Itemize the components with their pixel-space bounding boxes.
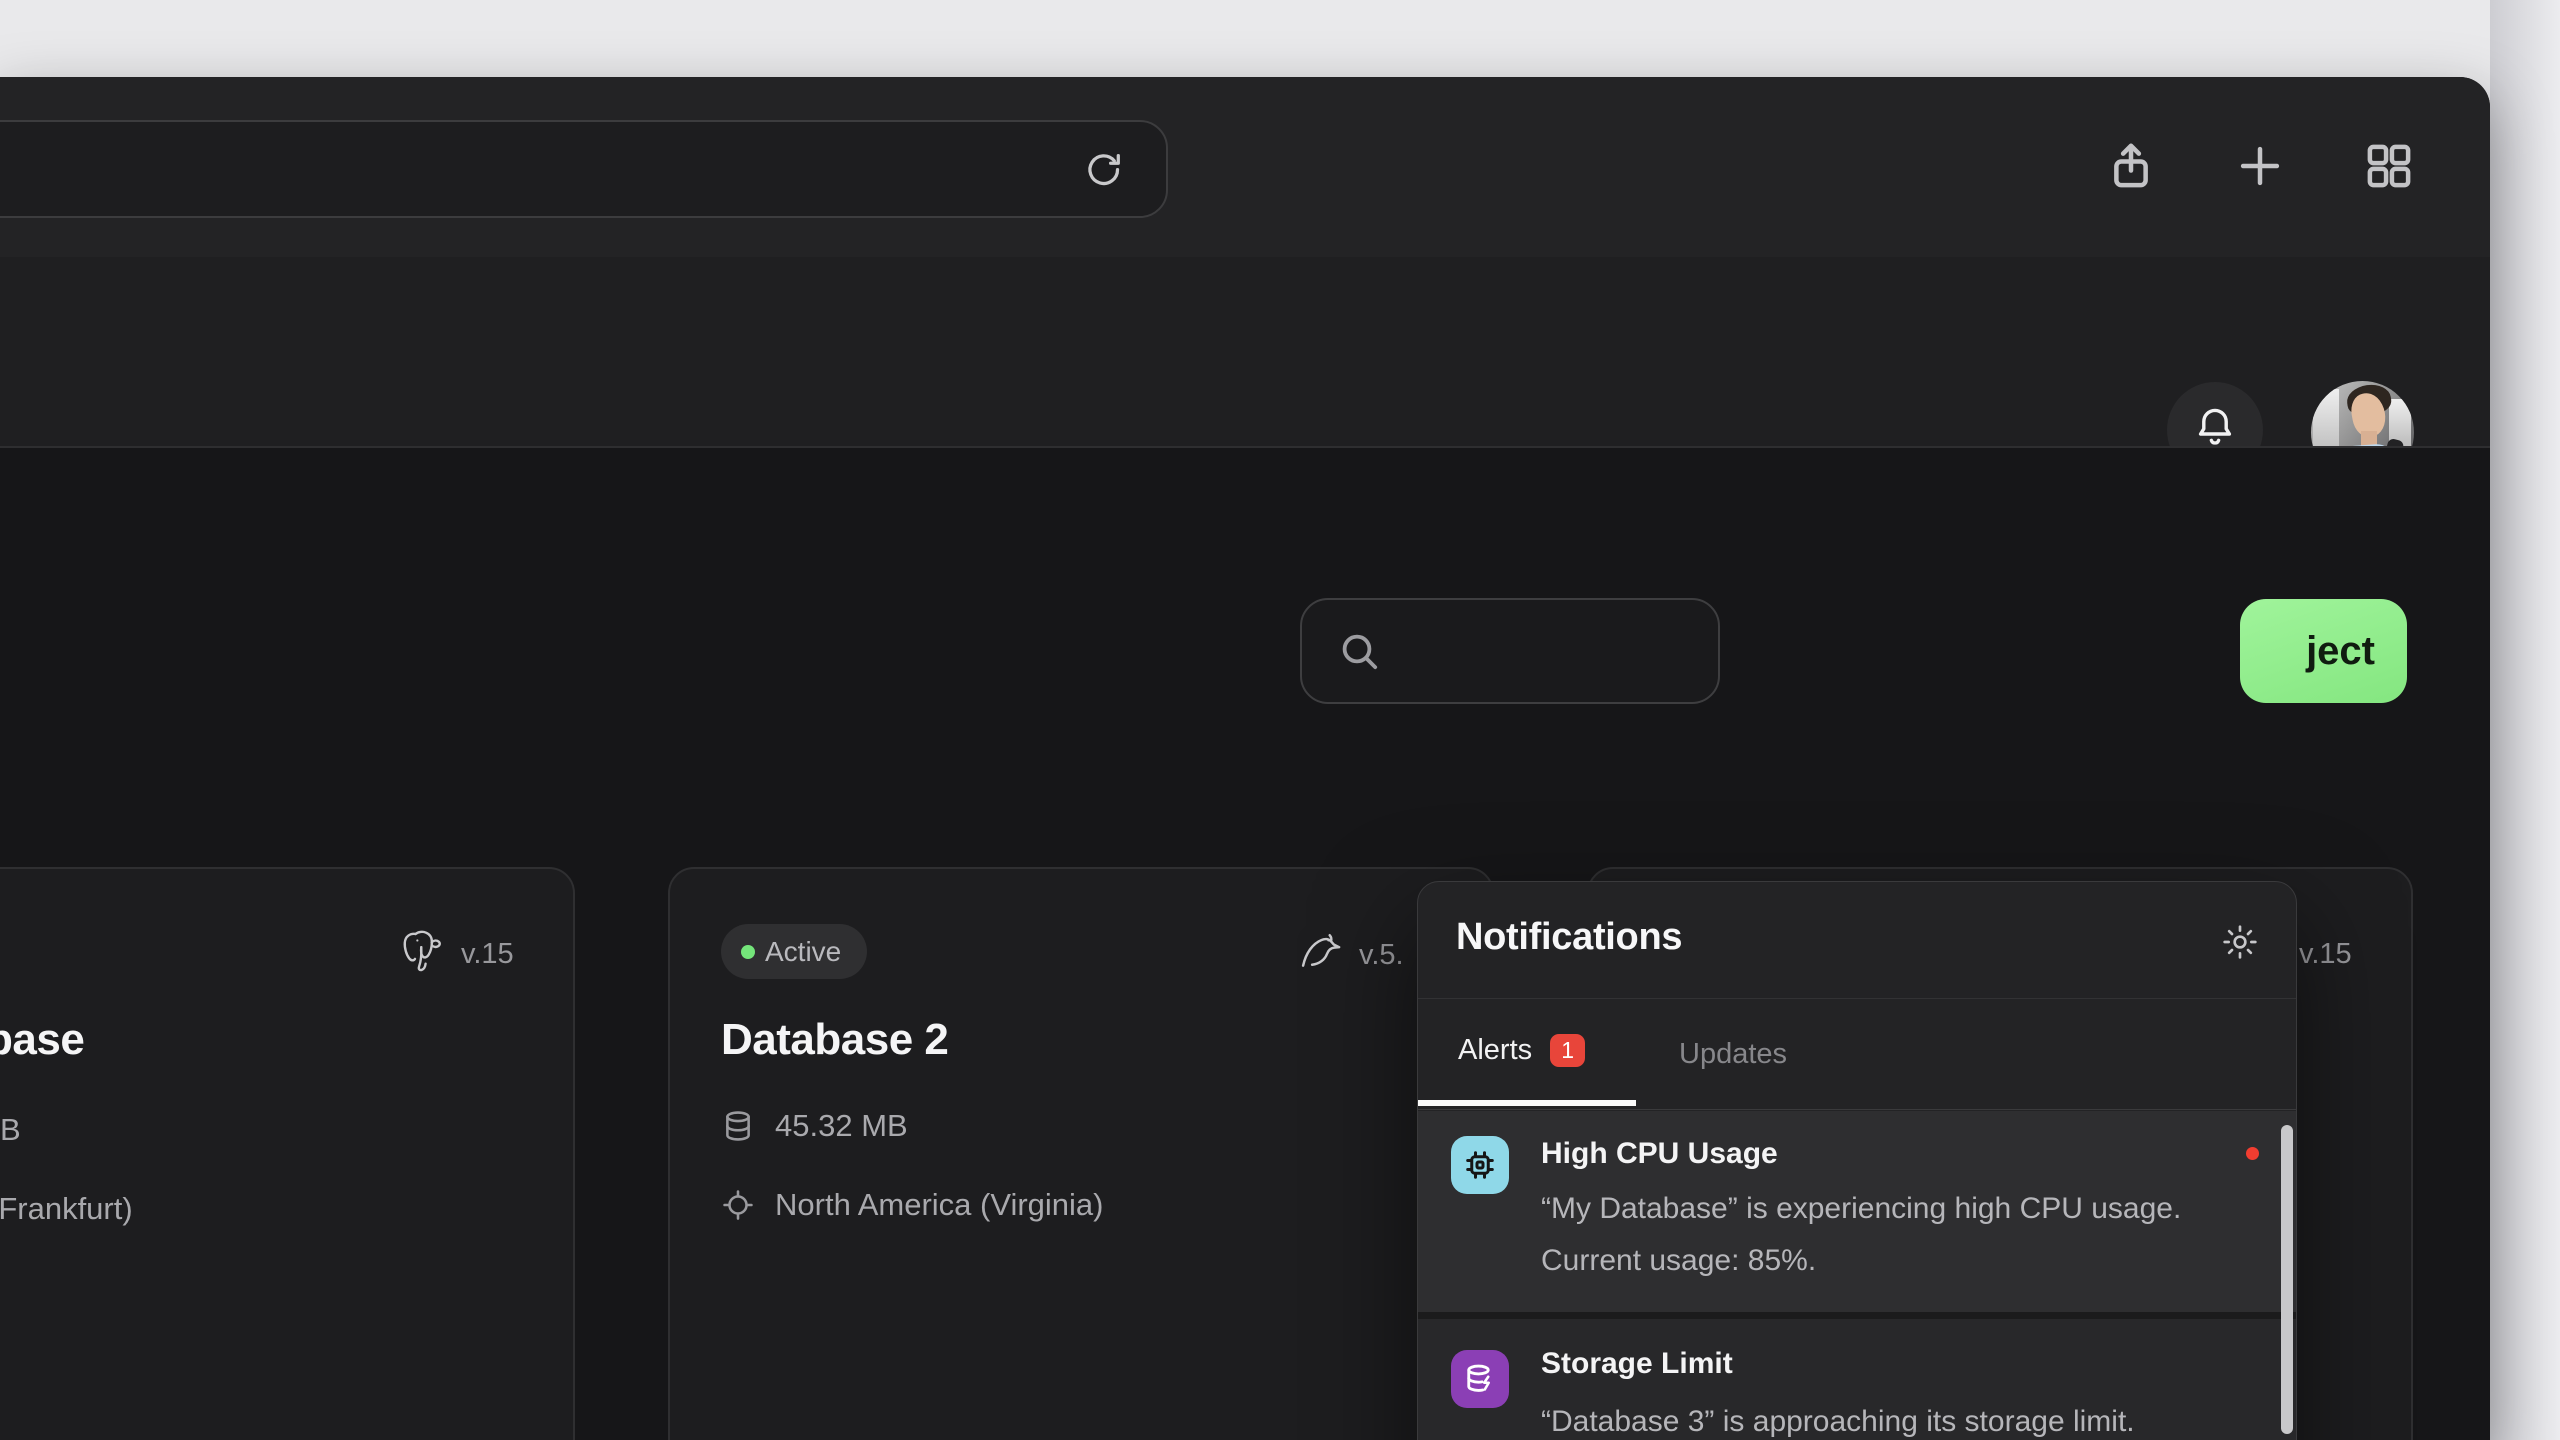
notifications-title: Notifications (1456, 916, 1682, 959)
engine-version: v.5. (1293, 924, 1404, 986)
active-status-dot (741, 945, 755, 959)
database-card[interactable]: Active v.5. Database 2 (668, 867, 1494, 1440)
status-label: Active (765, 936, 841, 968)
status-badge: Active (721, 924, 867, 979)
card-title-fragment: base (0, 1015, 84, 1065)
active-tab-underline (1418, 1100, 1636, 1106)
notifications-tabs: Alerts 1 Updates (1418, 1000, 2296, 1110)
alert-item[interactable]: High CPU Usage “My Database” is experien… (1418, 1111, 2296, 1319)
address-bar[interactable] (0, 120, 1168, 218)
locate-icon (721, 1187, 755, 1223)
database-icon (721, 1108, 755, 1144)
app-header (0, 257, 2490, 447)
alert-title: Storage Limit (1541, 1347, 1733, 1381)
postgresql-icon (397, 924, 449, 984)
engine-version: v.15 (397, 924, 514, 984)
unread-indicator-dot (2246, 1147, 2259, 1160)
alerts-count-badge: 1 (1550, 1034, 1585, 1067)
engine-version-label: v.5. (1359, 939, 1404, 972)
card-title: Database 2 (721, 1015, 948, 1065)
database-bolt-icon (1451, 1350, 1509, 1408)
engine-version-label: v.15 (461, 938, 514, 971)
cpu-icon (1451, 1136, 1509, 1194)
card-region-fragment: (Frankfurt) (0, 1191, 133, 1227)
notifications-header: Notifications (1418, 882, 2296, 999)
desktop-background: ject v.15 base (0, 0, 2560, 1440)
search-icon (1336, 628, 1384, 676)
card-region: North America (Virginia) (775, 1187, 1103, 1223)
new-project-button[interactable]: ject (2240, 599, 2407, 703)
card-size-row: 45.32 MB (721, 1108, 908, 1144)
main-content: ject v.15 base (0, 448, 2490, 1440)
scrollbar-thumb[interactable] (2281, 1125, 2293, 1434)
card-region-row: North America (Virginia) (721, 1187, 1103, 1223)
share-icon[interactable] (2102, 137, 2160, 195)
alert-line: “My Database” is experiencing high CPU u… (1541, 1192, 2181, 1226)
new-project-label: ject (2306, 629, 2375, 674)
gear-icon[interactable] (2220, 922, 2260, 962)
search-input[interactable] (1300, 598, 1720, 704)
new-tab-icon[interactable] (2231, 137, 2289, 195)
alerts-list: High CPU Usage “My Database” is experien… (1418, 1111, 2296, 1440)
tab-alerts-label: Alerts (1458, 1034, 1532, 1067)
card-size: 45.32 MB (775, 1108, 908, 1144)
alert-title: High CPU Usage (1541, 1137, 1778, 1171)
desktop-right-strip (2490, 0, 2560, 1440)
browser-window: ject v.15 base (0, 77, 2490, 1440)
card-size-fragment: B (0, 1112, 21, 1148)
tab-updates[interactable]: Updates (1679, 1038, 1787, 1071)
alert-line: “Database 3” is approaching its storage … (1541, 1405, 2135, 1439)
alert-line: Current usage: 85%. (1541, 1244, 1816, 1278)
refresh-icon[interactable] (1076, 144, 1128, 196)
alert-item[interactable]: Storage Limit “Database 3” is approachin… (1418, 1319, 2296, 1440)
database-card[interactable]: v.15 base B (Frankfurt) (0, 867, 575, 1440)
mysql-icon (1293, 924, 1347, 986)
engine-version-label: v.15 (2299, 938, 2352, 971)
tab-overview-icon[interactable] (2360, 137, 2418, 195)
browser-toolbar (0, 77, 2490, 257)
notifications-popover: Notifications Alerts 1 Updates (1417, 881, 2297, 1440)
tab-alerts[interactable]: Alerts 1 (1458, 1034, 1585, 1067)
